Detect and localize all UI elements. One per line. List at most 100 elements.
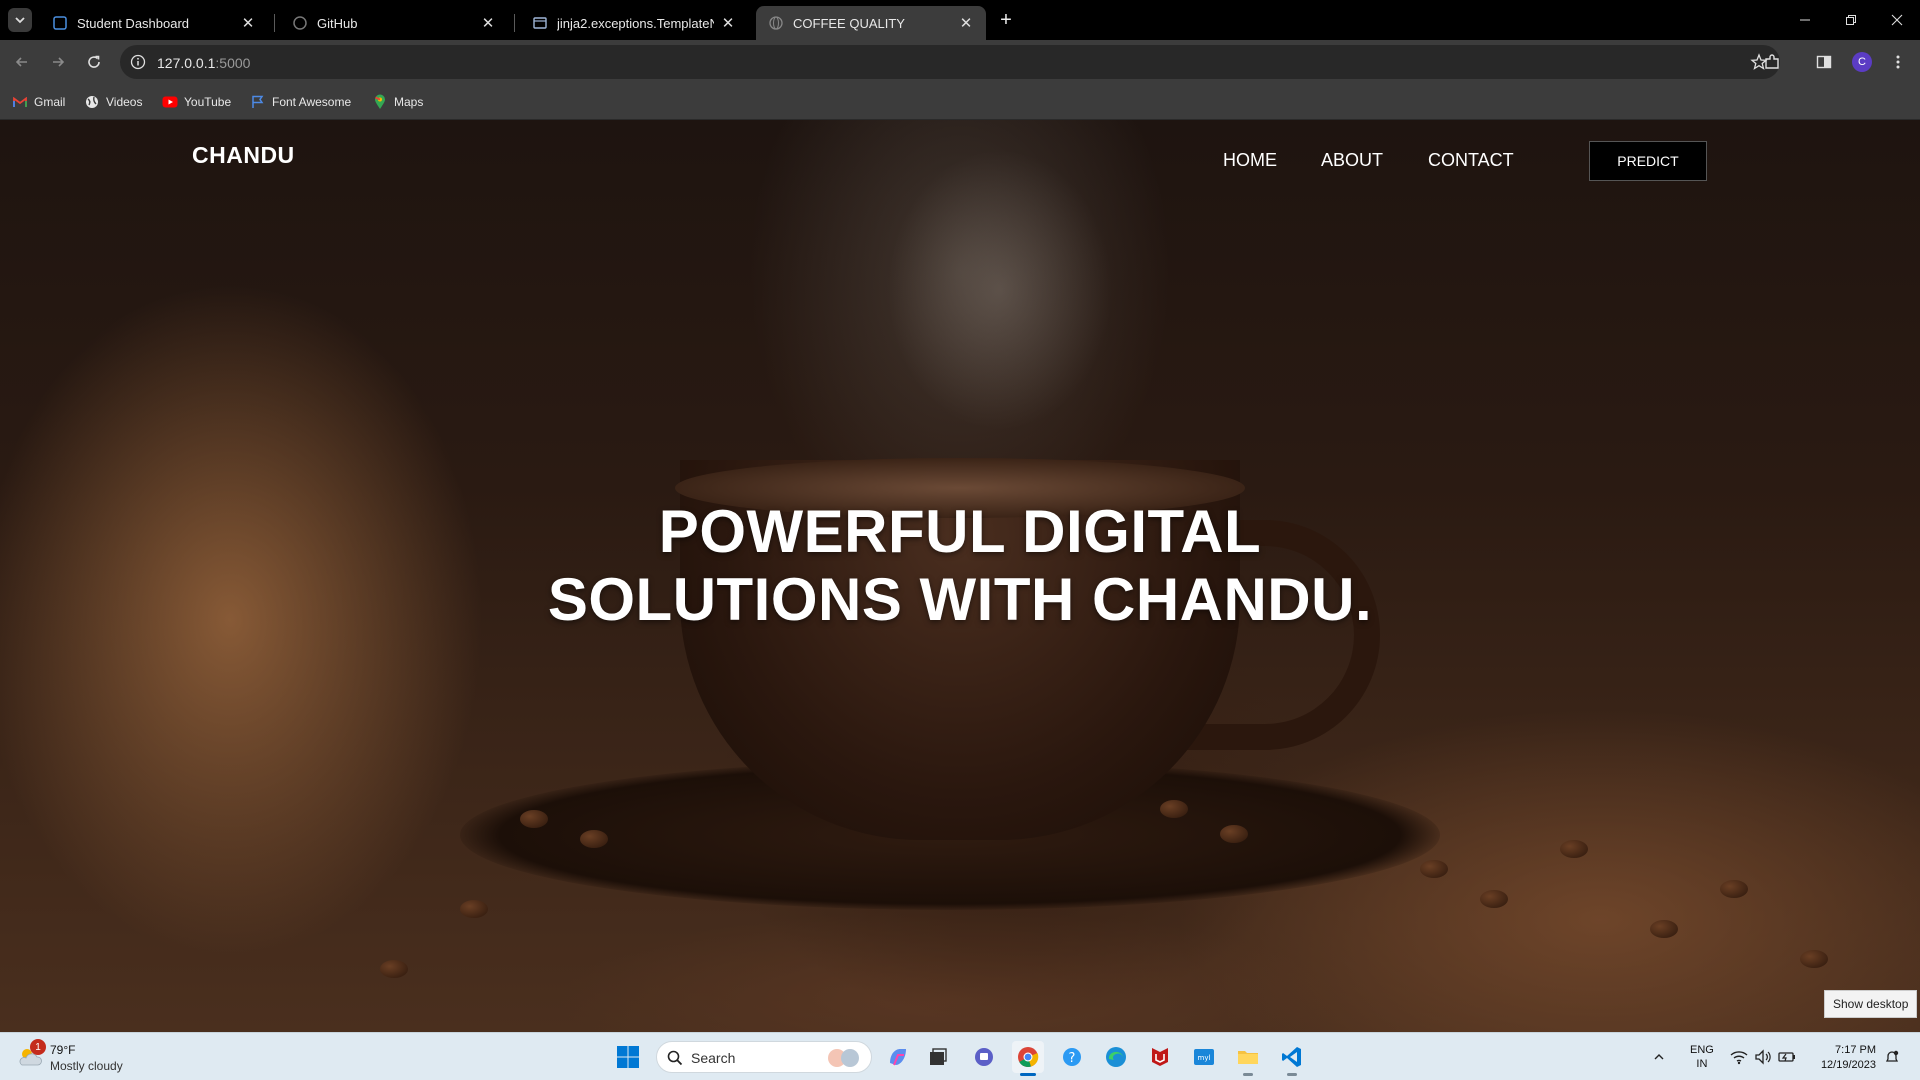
bookmark-gmail[interactable]: Gmail [12, 92, 65, 112]
reload-icon [88, 55, 100, 68]
help-app-icon: ? [1063, 1048, 1081, 1066]
reload-button[interactable] [82, 50, 106, 74]
tab-student-dashboard[interactable]: Student Dashboard ✕ [40, 6, 268, 40]
bookmark-youtube[interactable]: YouTube [162, 92, 231, 112]
clock-date: 12/19/2023 [1820, 1059, 1876, 1071]
taskbar-help[interactable]: ? [1056, 1041, 1088, 1073]
minimize-icon [1800, 19, 1810, 21]
tab-divider [274, 14, 275, 32]
forward-button[interactable] [46, 50, 70, 74]
chevron-up-icon [1654, 1054, 1664, 1060]
address-bar[interactable]: 127.0.0.1:5000 [120, 45, 1780, 79]
minimize-button[interactable] [1782, 0, 1828, 40]
taskbar-teams[interactable] [968, 1041, 1000, 1073]
close-window-button[interactable] [1874, 0, 1920, 40]
bookmark-videos[interactable]: Videos [84, 92, 142, 112]
tab-title: COFFEE QUALITY [793, 15, 905, 31]
weather-temperature: 79°F [50, 1043, 76, 1057]
task-view-icon [930, 1048, 947, 1065]
taskbar-mylp[interactable]: myl [1188, 1041, 1220, 1073]
tab-github[interactable]: GitHub ✕ [280, 6, 508, 40]
hero-heading-line1: POWERFUL DIGITAL [658, 498, 1262, 565]
coffee-bean [1650, 920, 1678, 938]
coffee-bean [1480, 890, 1508, 908]
coffee-bean [520, 810, 548, 828]
taskbar-file-explorer[interactable] [1232, 1041, 1264, 1076]
search-highlight-icon [828, 1049, 859, 1067]
weather-widget[interactable]: 1 79°F Mostly cloudy [16, 1039, 176, 1075]
menu-kebab-icon[interactable] [1886, 50, 1910, 74]
taskbar-search-box[interactable]: Search [656, 1041, 872, 1073]
nav-contact-link[interactable]: CONTACT [1428, 150, 1514, 171]
flag-icon [250, 94, 266, 110]
input-language-indicator[interactable]: ENG IN [1690, 1043, 1714, 1071]
bookmark-font-awesome[interactable]: Font Awesome [250, 92, 351, 112]
coffee-bean [1420, 860, 1448, 878]
site-info-icon[interactable] [130, 54, 146, 75]
nav-about-link[interactable]: ABOUT [1321, 150, 1383, 171]
bookmark-maps[interactable]: Maps [372, 92, 423, 112]
coffee-bean [1560, 840, 1588, 858]
coffee-bean [460, 900, 488, 918]
show-hidden-icons-button[interactable] [1652, 1033, 1666, 1080]
svg-text:?: ? [1069, 1051, 1076, 1066]
tab-coffee-quality[interactable]: COFFEE QUALITY ✕ [756, 6, 986, 40]
webpage-viewport: CHANDU HOME ABOUT CONTACT PREDICT POWERF… [0, 120, 1920, 1032]
nav-home-link[interactable]: HOME [1223, 150, 1277, 171]
restore-button[interactable] [1828, 0, 1874, 40]
windows-logo-icon [617, 1046, 639, 1068]
tab-strip: Student Dashboard ✕ GitHub ✕ jinja2.exce… [0, 0, 1920, 40]
chevron-down-icon [15, 17, 25, 24]
profile-avatar[interactable]: C [1852, 52, 1872, 72]
tab-search-button[interactable] [8, 8, 32, 32]
new-tab-button[interactable]: + [994, 8, 1018, 32]
tab-jinja-error[interactable]: jinja2.exceptions.TemplateNotFound ✕ [520, 6, 748, 40]
running-indicator [1020, 1073, 1036, 1076]
taskbar-mcafee[interactable] [1144, 1041, 1176, 1073]
taskbar-task-view[interactable] [922, 1041, 954, 1073]
close-icon[interactable]: ✕ [480, 15, 496, 32]
arrow-right-icon [53, 57, 65, 67]
close-icon[interactable]: ✕ [240, 15, 256, 32]
close-icon[interactable]: ✕ [958, 15, 974, 32]
weather-condition: Mostly cloudy [50, 1059, 123, 1073]
taskbar-chrome[interactable] [1012, 1041, 1044, 1076]
extensions-icon[interactable] [1760, 50, 1784, 74]
browser-toolbar: 127.0.0.1:5000 C [0, 40, 1920, 84]
weather-badge: 1 [30, 1039, 46, 1055]
site-navbar: CHANDU HOME ABOUT CONTACT PREDICT [0, 120, 1920, 200]
notifications-button[interactable] [1884, 1033, 1900, 1080]
taskbar-edge[interactable] [1100, 1041, 1132, 1073]
coffee-bean [580, 830, 608, 848]
dashboard-favicon-icon [52, 15, 68, 31]
svg-text:myl: myl [1198, 1054, 1211, 1062]
predict-button[interactable]: PREDICT [1589, 141, 1707, 181]
coffee-bean [1720, 880, 1748, 898]
running-indicator [1287, 1073, 1297, 1076]
search-placeholder: Search [691, 1050, 736, 1066]
clock-time: 7:17 PM [1835, 1044, 1876, 1056]
url-port: :5000 [215, 55, 251, 71]
gmail-icon [12, 94, 28, 110]
site-logo[interactable]: CHANDU [192, 142, 295, 169]
bookmark-label: Videos [106, 95, 143, 109]
system-clock[interactable]: 7:17 PM 12/19/2023 [1808, 1043, 1876, 1073]
system-tray-status[interactable] [1730, 1033, 1796, 1080]
running-indicator [1243, 1073, 1253, 1076]
side-panel-icon[interactable] [1812, 50, 1836, 74]
url-text[interactable]: 127.0.0.1:5000 [157, 55, 250, 71]
page-favicon-icon [532, 15, 548, 31]
chrome-icon [1018, 1047, 1039, 1067]
start-button[interactable] [616, 1045, 640, 1074]
battery-icon [1778, 1052, 1795, 1062]
coffee-bean [380, 960, 408, 978]
maps-icon [372, 94, 388, 110]
close-icon[interactable]: ✕ [720, 15, 736, 32]
back-button[interactable] [10, 50, 34, 74]
taskbar: 1 79°F Mostly cloudy Search ? myl ENG IN… [0, 1032, 1920, 1080]
edge-icon [1106, 1047, 1126, 1067]
taskbar-vscode[interactable] [1276, 1041, 1308, 1076]
taskbar-copilot[interactable] [882, 1041, 914, 1073]
coffee-bean [1160, 800, 1188, 818]
language-code: ENG [1690, 1044, 1714, 1056]
